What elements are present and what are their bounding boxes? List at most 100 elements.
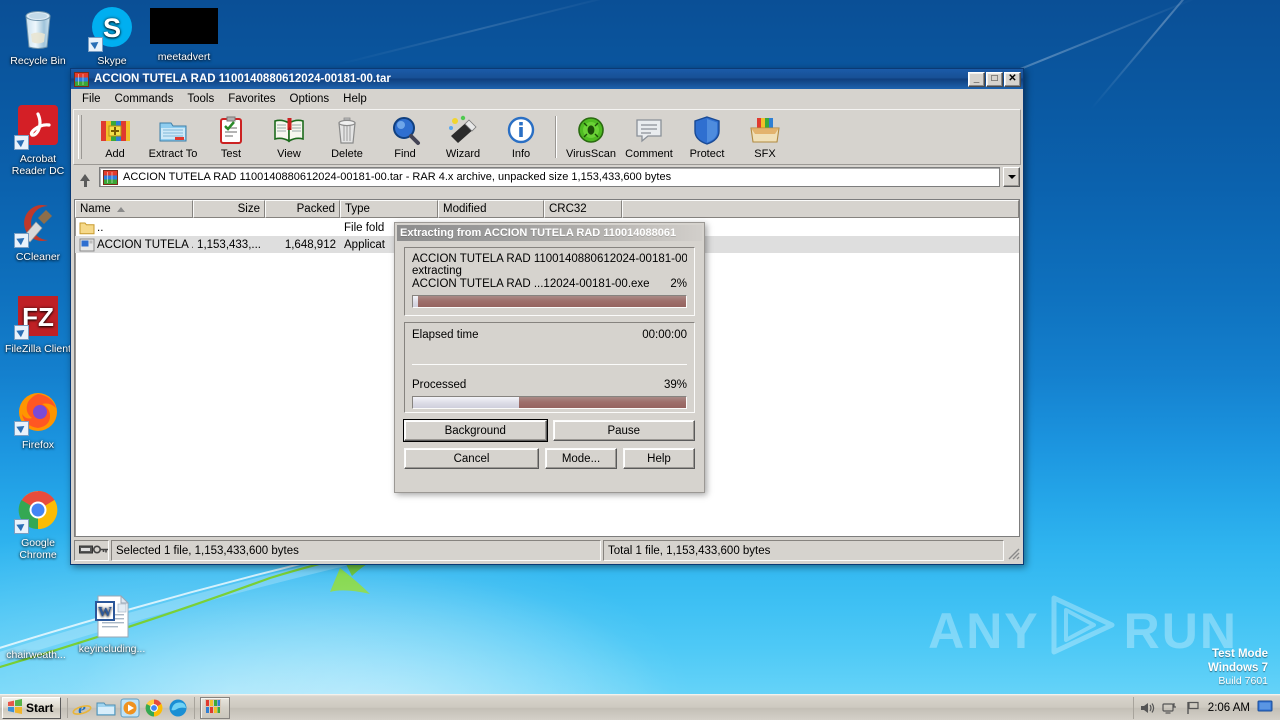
edge-icon[interactable] bbox=[168, 698, 188, 718]
toolbar-button-virusscan[interactable]: VirusScan bbox=[562, 112, 620, 162]
archive-path-text: ACCION TUTELA RAD 1100140880612024-00181… bbox=[123, 171, 672, 183]
menu-item-file[interactable]: File bbox=[75, 91, 108, 107]
network-icon[interactable] bbox=[1162, 700, 1178, 716]
dialog-button-row-2: Cancel Mode... Help bbox=[404, 448, 695, 470]
current-file-text: ACCION TUTELA RAD ...12024-00181-00.exe bbox=[412, 278, 650, 290]
archive-state-icon bbox=[79, 544, 93, 558]
desktop-icon-google-chrome[interactable]: Google Chrome bbox=[2, 486, 74, 561]
volume-icon[interactable] bbox=[1139, 700, 1155, 716]
processed-percent-text: 39% bbox=[663, 378, 687, 391]
quick-launch-bar[interactable]: e bbox=[67, 697, 188, 718]
toolbar-button-info[interactable]: Info bbox=[492, 112, 550, 162]
test-mode-line3: Build 7601 bbox=[1218, 675, 1268, 688]
winrar-toolbar[interactable]: Add Extract To Test View Delete Find Wiz… bbox=[73, 109, 1021, 165]
taskbar-clock[interactable]: 2:06 AM bbox=[1208, 702, 1250, 714]
toolbar-button-sfx[interactable]: SFX bbox=[736, 112, 794, 162]
toolbar-label: Info bbox=[511, 148, 531, 160]
play-triangle-icon bbox=[1046, 594, 1118, 668]
desktop-icon-meetadvert[interactable]: meetadvert bbox=[148, 4, 220, 63]
toolbar-button-wizard[interactable]: Wizard bbox=[434, 112, 492, 162]
file-list-header[interactable]: Name Size Packed Type Modified CRC32 bbox=[75, 200, 1019, 218]
archive-path-field[interactable]: ACCION TUTELA RAD 1100140880612024-00181… bbox=[99, 167, 1000, 187]
resize-grip[interactable] bbox=[1006, 540, 1020, 561]
up-one-level-button[interactable] bbox=[74, 167, 96, 187]
winrar-menu-bar[interactable]: File Commands Tools Favorites Options He… bbox=[71, 89, 1023, 108]
delete-icon bbox=[331, 115, 363, 146]
desktop-icon-keyincluding[interactable]: W keyincluding... bbox=[76, 592, 148, 655]
help-button[interactable]: Help bbox=[623, 448, 695, 470]
cell-name: ACCION TUTELA ... bbox=[97, 238, 193, 251]
google-chrome-icon[interactable] bbox=[144, 698, 164, 718]
taskbar-tasks[interactable] bbox=[194, 696, 231, 719]
minimize-icon: _ bbox=[973, 72, 980, 84]
winrar-icon bbox=[205, 698, 222, 717]
column-header-type[interactable]: Type bbox=[340, 200, 438, 218]
svg-text:S: S bbox=[103, 13, 121, 43]
maximize-button[interactable]: □ bbox=[986, 71, 1003, 87]
dialog-title-bar[interactable]: Extracting from ACCION TUTELA RAD 110014… bbox=[397, 225, 702, 241]
desktop-icon-filezilla-client[interactable]: FZ FileZilla Client bbox=[2, 292, 74, 355]
application-icon bbox=[79, 238, 95, 252]
progress-light-segment bbox=[413, 397, 520, 409]
address-dropdown-button[interactable] bbox=[1003, 167, 1020, 187]
toolbar-button-test[interactable]: Test bbox=[202, 112, 260, 162]
start-button[interactable]: Start bbox=[2, 696, 62, 719]
column-header-crc32[interactable]: CRC32 bbox=[544, 200, 622, 218]
pause-button[interactable]: Pause bbox=[552, 420, 695, 442]
menu-item-favorites[interactable]: Favorites bbox=[221, 91, 282, 107]
menu-item-options[interactable]: Options bbox=[283, 91, 337, 107]
contrail-3 bbox=[334, 0, 626, 66]
column-header-size[interactable]: Size bbox=[193, 200, 265, 218]
desktop-icon-recycle-bin[interactable]: Recycle Bin bbox=[2, 4, 74, 67]
media-player-icon[interactable] bbox=[120, 698, 140, 718]
toolbar-button-delete[interactable]: Delete bbox=[318, 112, 376, 162]
menu-item-commands[interactable]: Commands bbox=[108, 91, 181, 107]
status-icons[interactable] bbox=[74, 540, 109, 561]
winrar-title-bar[interactable]: ACCION TUTELA RAD 1100140880612024-00181… bbox=[71, 69, 1023, 89]
toolbar-label: View bbox=[277, 148, 301, 160]
svg-text:W: W bbox=[98, 605, 112, 620]
mode-button[interactable]: Mode... bbox=[545, 448, 617, 470]
column-header-name[interactable]: Name bbox=[75, 200, 193, 218]
desktop-icon-firefox[interactable]: Firefox bbox=[2, 388, 74, 451]
desktop-icon-label: chairweath... bbox=[6, 649, 66, 661]
meetadvert-icon bbox=[148, 8, 220, 48]
show-desktop-button[interactable] bbox=[1257, 700, 1273, 716]
show-desktop-icon[interactable] bbox=[96, 698, 116, 718]
menu-item-help[interactable]: Help bbox=[336, 91, 374, 107]
toolbar-button-view[interactable]: View bbox=[260, 112, 318, 162]
minimize-button[interactable]: _ bbox=[968, 71, 985, 87]
desktop-icon-skype[interactable]: S Skype bbox=[76, 4, 148, 67]
wizard-icon bbox=[447, 115, 479, 146]
archive-name-text: ACCION TUTELA RAD 1100140880612024-00181… bbox=[412, 253, 687, 265]
toolbar-button-add[interactable]: Add bbox=[86, 112, 144, 162]
desktop-icon-ccleaner[interactable]: CCleaner bbox=[2, 200, 74, 263]
toolbar-button-find[interactable]: Find bbox=[376, 112, 434, 162]
system-tray[interactable]: 2:06 AM bbox=[1132, 696, 1278, 719]
toolbar-button-extract-to[interactable]: Extract To bbox=[144, 112, 202, 162]
internet-explorer-icon[interactable]: e bbox=[72, 698, 92, 718]
toolbar-label: Test bbox=[220, 148, 242, 160]
extracting-dialog[interactable]: Extracting from ACCION TUTELA RAD 110014… bbox=[394, 222, 705, 493]
anyrun-watermark: ANY RUN bbox=[928, 594, 1238, 668]
menu-item-tools[interactable]: Tools bbox=[180, 91, 221, 107]
desktop-icon-chairweather[interactable]: chairweath... bbox=[0, 598, 72, 661]
desktop-icon-label: Acrobat Reader DC bbox=[11, 153, 65, 178]
skype-icon: S bbox=[88, 4, 136, 52]
flag-action-center-icon[interactable] bbox=[1185, 700, 1201, 716]
toolbar-label: Delete bbox=[331, 148, 363, 160]
toolbar-grip[interactable] bbox=[78, 115, 82, 159]
close-button[interactable]: ✕ bbox=[1004, 71, 1021, 87]
cancel-button[interactable]: Cancel bbox=[404, 448, 539, 470]
winrar-address-bar[interactable]: ACCION TUTELA RAD 1100140880612024-00181… bbox=[74, 167, 1020, 187]
desktop-icon-acrobat-reader-dc[interactable]: Acrobat Reader DC bbox=[2, 102, 74, 177]
taskbar-item-winrar[interactable] bbox=[200, 696, 231, 719]
toolbar-button-protect[interactable]: Protect bbox=[678, 112, 736, 162]
column-header-packed[interactable]: Packed bbox=[265, 200, 340, 218]
window-controls[interactable]: _ □ ✕ bbox=[968, 71, 1021, 87]
taskbar[interactable]: Start e 2:06 AM bbox=[0, 694, 1280, 720]
toolbar-button-comment[interactable]: Comment bbox=[620, 112, 678, 162]
column-header-modified[interactable]: Modified bbox=[438, 200, 544, 218]
column-header-filler bbox=[622, 200, 1019, 218]
background-button[interactable]: Background bbox=[403, 419, 548, 443]
